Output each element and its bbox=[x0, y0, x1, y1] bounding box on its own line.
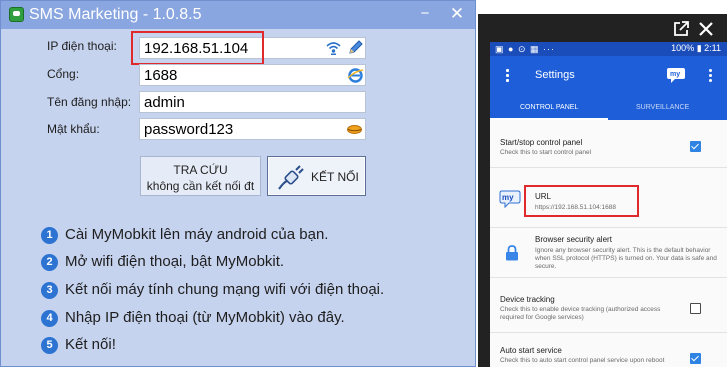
mymobkit-url-icon: my bbox=[499, 190, 521, 209]
step-text: Kết nối! bbox=[65, 336, 116, 353]
setting-divider bbox=[490, 167, 727, 168]
port-input[interactable]: 1688 bbox=[139, 64, 366, 86]
overflow-menu-icon[interactable] bbox=[707, 69, 713, 83]
close-icon[interactable] bbox=[697, 20, 715, 38]
port-label: Cổng: bbox=[47, 67, 80, 81]
tab-surveillance[interactable]: SURVEILLANCE bbox=[636, 104, 689, 111]
mymobkit-logo-icon: my bbox=[667, 68, 685, 83]
setting-desc-tracking: Check this to enable device tracking (au… bbox=[500, 306, 661, 321]
connect-button-label: KẾT NỐI bbox=[311, 170, 359, 184]
sms-marketing-window: SMS Marketing - 1.0.8.5 − ✕ IP điện thoạ… bbox=[0, 0, 476, 367]
step-text: Nhập IP điện thoại (từ MyMobkit) vào đây… bbox=[65, 309, 345, 326]
step-number-badge: 1 bbox=[41, 227, 58, 244]
ip-label: IP điện thoại: bbox=[47, 39, 117, 53]
window-title: SMS Marketing - 1.0.8.5 bbox=[29, 6, 202, 23]
lookup-offline-button[interactable]: TRA CỨU không cần kết nối đt bbox=[140, 156, 261, 196]
step-number-badge: 3 bbox=[41, 282, 58, 299]
password-input[interactable]: password123 bbox=[139, 118, 366, 140]
step-text: Cài MyMobkit lên máy android của bạn. bbox=[65, 226, 329, 243]
mirror-toolbar bbox=[478, 14, 727, 42]
wifi-scan-icon[interactable] bbox=[325, 39, 342, 56]
step-text: Kết nối máy tính chung mạng wifi với điệ… bbox=[65, 281, 385, 298]
username-label: Tên đăng nhập: bbox=[47, 95, 132, 109]
device-tracking-checkbox[interactable] bbox=[690, 303, 701, 314]
tab-control-panel[interactable]: CONTROL PANEL bbox=[520, 104, 578, 111]
plug-connect-icon bbox=[278, 165, 304, 190]
step-number-badge: 4 bbox=[41, 310, 58, 327]
setting-title-security: Browser security alert bbox=[535, 235, 612, 244]
status-battery-time: 100% ▮ 2:11 bbox=[671, 43, 721, 53]
start-stop-checkbox[interactable] bbox=[690, 141, 701, 152]
ip-highlight-box bbox=[131, 31, 264, 65]
internet-explorer-icon[interactable] bbox=[347, 67, 364, 84]
lookup-button-line1: TRA CỨU bbox=[173, 163, 228, 177]
step-number-badge: 2 bbox=[41, 254, 58, 271]
setting-desc-autostart: Check this to auto start control panel s… bbox=[500, 357, 665, 364]
window-titlebar[interactable]: SMS Marketing - 1.0.8.5 − ✕ bbox=[1, 1, 475, 29]
close-button[interactable]: ✕ bbox=[447, 5, 467, 23]
step-text: Mở wifi điện thoại, bật MyMobkit. bbox=[65, 253, 285, 270]
active-tab-indicator bbox=[490, 118, 608, 120]
screenshot-stage: SMS Marketing - 1.0.8.5 − ✕ IP điện thoạ… bbox=[0, 0, 727, 367]
drawer-menu-icon[interactable] bbox=[502, 69, 512, 83]
setting-title-autostart[interactable]: Auto start service bbox=[500, 346, 562, 355]
step-number-badge: 5 bbox=[41, 337, 58, 354]
setting-title-start-stop[interactable]: Start/stop control panel bbox=[500, 138, 582, 147]
phone-mirror-frame: ▣ ● ⊙ ▦ ··· 100% ▮ 2:11 Settings my CONT… bbox=[478, 14, 727, 367]
settings-tabs: CONTROL PANEL SURVEILLANCE bbox=[490, 96, 727, 120]
minimize-button[interactable]: − bbox=[415, 5, 435, 23]
lock-icon bbox=[506, 245, 518, 261]
settings-app-bar: Settings my bbox=[490, 56, 727, 96]
setting-desc-start-stop: Check this to start control panel bbox=[500, 149, 592, 156]
edit-pen-icon[interactable] bbox=[347, 39, 364, 56]
username-input[interactable]: admin bbox=[139, 91, 366, 113]
setting-divider bbox=[490, 227, 727, 228]
mymobkit-logo-text: my bbox=[670, 71, 680, 78]
setting-desc-security: Ignore any browser security alert. This … bbox=[535, 247, 717, 270]
url-icon-text: my bbox=[502, 193, 514, 202]
setting-divider bbox=[490, 277, 727, 278]
status-notification-icons: ▣ ● ⊙ ▦ ··· bbox=[495, 44, 555, 54]
popout-icon[interactable] bbox=[672, 20, 690, 38]
setting-title-tracking[interactable]: Device tracking bbox=[500, 295, 555, 304]
android-status-bar: ▣ ● ⊙ ▦ ··· 100% ▮ 2:11 bbox=[490, 42, 727, 56]
auto-start-checkbox[interactable] bbox=[690, 353, 701, 364]
connect-button[interactable]: KẾT NỐI bbox=[267, 156, 366, 196]
phone-screen: ▣ ● ⊙ ▦ ··· 100% ▮ 2:11 Settings my CONT… bbox=[490, 42, 727, 367]
password-label: Mật khẩu: bbox=[47, 122, 100, 136]
settings-title: Settings bbox=[535, 69, 575, 81]
app-chat-icon bbox=[9, 7, 24, 22]
lookup-button-line2: không cần kết nối đt bbox=[146, 179, 255, 193]
url-highlight-box bbox=[524, 185, 639, 217]
setting-divider bbox=[490, 332, 727, 333]
show-password-lips-icon[interactable] bbox=[346, 121, 363, 138]
